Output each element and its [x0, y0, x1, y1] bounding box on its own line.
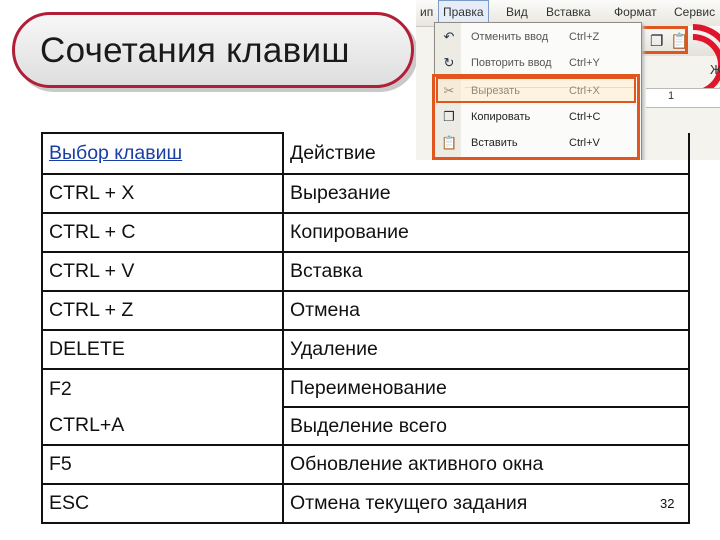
table-row: CTRL + V Вставка [41, 251, 690, 292]
cut-row-highlight [436, 77, 636, 103]
menu-row-shortcut: Ctrl+Y [569, 57, 600, 69]
action-select-all: Выделение всего [285, 406, 687, 443]
menu-item-file[interactable]: ип [420, 5, 433, 19]
table-cell-action: Удаление [282, 329, 690, 370]
table-cell-key: CTRL + C [41, 212, 284, 253]
table-row: F2 CTRL+A Переименование Выделение всего [41, 368, 690, 446]
action-rename: Переименование [290, 377, 447, 399]
undo-icon: ↶ [443, 29, 455, 44]
menu-item-insert[interactable]: Вставка [546, 5, 591, 19]
table-cell-action: Отмена [282, 290, 690, 331]
key-ctrl-a: CTRL+A [49, 414, 125, 436]
table-cell-action: Действие [282, 133, 690, 175]
table-cell-action: Отмена текущего задания [282, 483, 690, 524]
page-number: 32 [660, 496, 675, 511]
menu-item-view[interactable]: Вид [506, 5, 528, 19]
table-cell-action: Вырезание [282, 173, 690, 214]
table-cell-key: CTRL + X [41, 173, 284, 214]
table-row: CTRL + Z Отмена [41, 290, 690, 331]
table-row: F5 Обновление активного окна [41, 444, 690, 485]
table-cell-key: Выбор клавиш [41, 132, 284, 175]
table-cell-action: Копирование [282, 212, 690, 253]
table-cell-key: CTRL + Z [41, 290, 284, 331]
table-cell-key: F5 [41, 444, 284, 485]
header-key[interactable]: Выбор клавиш [49, 135, 281, 172]
ruler-mark: 1 [668, 90, 675, 102]
table-cell-key: DELETE [41, 329, 284, 370]
menu-row-label: Повторить ввод [471, 57, 552, 69]
table-row: Выбор клавиш Действие [41, 132, 690, 175]
table-row: ESC Отмена текущего задания [41, 483, 690, 524]
menu-row-undo[interactable]: ↶ Отменить ввод Ctrl+Z [435, 25, 641, 49]
shortcut-table: Выбор клавиш Действие CTRL + X Вырезание… [41, 132, 690, 524]
table-cell-action: Вставка [282, 251, 690, 292]
table-row: CTRL + C Копирование [41, 212, 690, 253]
table-row: CTRL + X Вырезание [41, 173, 690, 214]
table-cell-action: Переименование Выделение всего [282, 368, 690, 446]
table-cell-action: Обновление активного окна [282, 444, 690, 485]
table-cell-key: ESC [41, 483, 284, 524]
redo-icon: ↻ [443, 55, 455, 70]
header-action: Действие [290, 141, 376, 164]
menu-row-label: Отменить ввод [471, 31, 549, 43]
table-cell-key: F2 CTRL+A [41, 368, 284, 446]
table-row: DELETE Удаление [41, 329, 690, 370]
menu-item-format[interactable]: Формат [614, 5, 657, 19]
menu-item-tools[interactable]: Сервис [674, 5, 715, 19]
table-cell-key: CTRL + V [41, 251, 284, 292]
slide-title: Сочетания клавиш [40, 31, 350, 70]
menu-row-redo[interactable]: ↻ Повторить ввод Ctrl+Y [435, 51, 641, 75]
menu-row-shortcut: Ctrl+Z [569, 31, 600, 43]
key-f2: F2 [49, 378, 72, 400]
bold-icon[interactable]: Ж [710, 62, 720, 77]
ruler: 1 [646, 88, 720, 108]
